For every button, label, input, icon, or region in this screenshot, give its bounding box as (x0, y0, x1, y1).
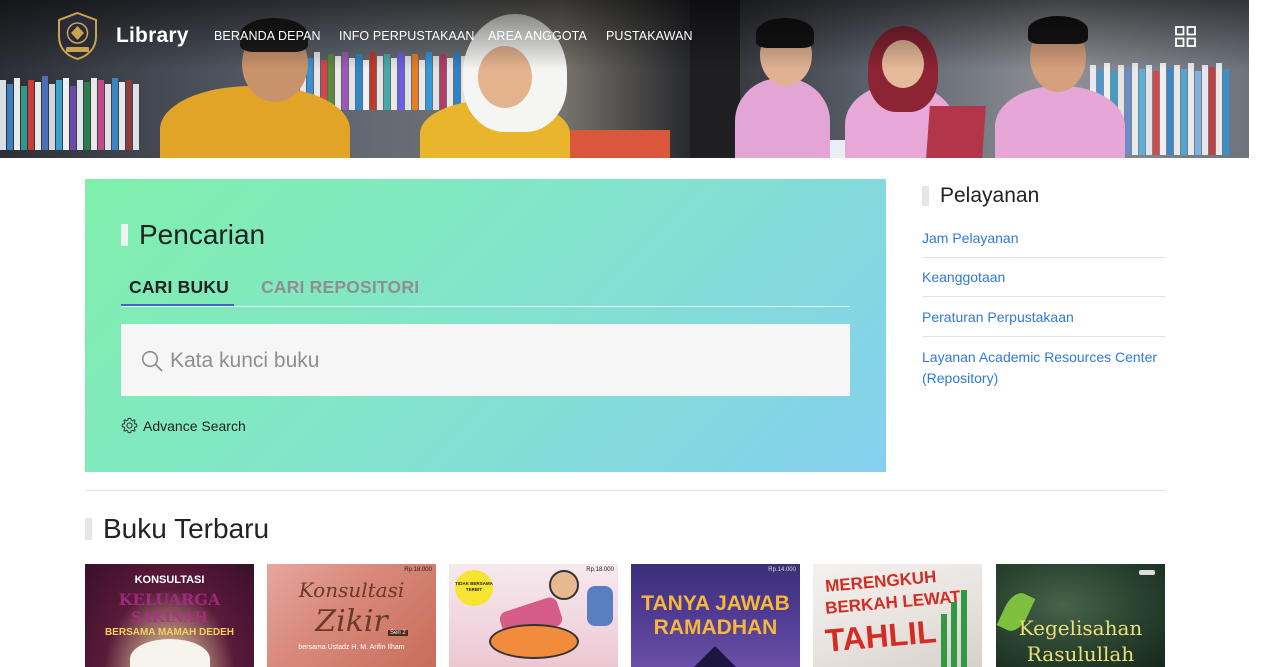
book-subtitle: BERSAMA MAMAH DEDEH (104, 627, 235, 638)
top-nav: Library BERANDA DEPAN INFO PERPUSTAKAAN … (0, 0, 1249, 72)
search-title-text: Pencarian (139, 219, 266, 250)
book-title-line: Rasulullah (1026, 642, 1135, 666)
book-title-line: KELUARGA (118, 590, 221, 609)
book-price: Rp.20 (235, 566, 252, 572)
title-accent-bar (85, 518, 92, 540)
book-price: Rp.18.000 (586, 567, 614, 573)
search-section-title: Pencarian (121, 219, 266, 250)
sidebar-separator (922, 296, 1166, 297)
advance-search-label[interactable]: Advance Search (143, 418, 246, 434)
sidebar-item-keanggotaan[interactable]: Keanggotaan (922, 267, 1166, 288)
book-price: Rp.14.000 (768, 567, 796, 573)
book-cover[interactable]: Rp.18.000 Konsultasi Zikir Seri 2 bersam… (267, 564, 436, 667)
book-title-line: TANYA JAWAB (641, 592, 790, 615)
cover-bar (951, 602, 957, 667)
title-accent-bar (922, 186, 929, 206)
search-icon (141, 350, 163, 372)
gear-icon (121, 417, 138, 434)
sidebar-title-text: Pelayanan (940, 184, 1040, 207)
brand-title[interactable]: Library (116, 24, 189, 48)
book-cover[interactable]: Kegelisahan Rasulullah (996, 564, 1165, 667)
cover-figure (489, 624, 579, 659)
book-cover[interactable]: Rp.20 KONSULTASI KELUARGA SAKINAH BERSAM… (85, 564, 254, 667)
university-crest-icon[interactable] (55, 11, 100, 61)
sidebar-title: Pelayanan (922, 183, 1039, 209)
tab-cari-buku[interactable]: CARI BUKU (129, 277, 229, 298)
book-series-badge: Seri 2 (388, 630, 408, 636)
book-title-line: SAKINAH (131, 610, 208, 626)
book-title-line: Zikir (315, 604, 388, 639)
nav-beranda-depan[interactable]: BERANDA DEPAN (214, 29, 321, 43)
student-pink-3 (995, 86, 1125, 158)
publisher-logo-icon (1139, 570, 1155, 575)
sidebar-item-peraturan[interactable]: Peraturan Perpustakaan (922, 307, 1166, 328)
laptop (926, 106, 986, 158)
book-title-line: Konsultasi (298, 578, 405, 602)
tab-cari-repositori[interactable]: CARI REPOSITORI (261, 277, 419, 298)
grid-icon[interactable] (1175, 26, 1196, 47)
tab-active-underline (121, 304, 234, 306)
book-cover[interactable]: Rp.14.000 TANYA JAWAB RAMADHAN (631, 564, 800, 667)
book-title-line: KONSULTASI (134, 574, 205, 586)
book-cover[interactable]: Rp.18.000 TIDAK BERSAMA TERBIT (449, 564, 618, 667)
latest-books-title: Buku Terbaru (85, 513, 269, 545)
sidebar-item-repository[interactable]: Layanan Academic Resources Center (Repos… (922, 347, 1166, 389)
book-subtitle: bersama Ustadz H. M. Arifin Ilham (298, 644, 405, 651)
cover-figure (130, 639, 210, 667)
cover-bar (941, 614, 947, 667)
latest-books-title-text: Buku Terbaru (103, 513, 270, 544)
cover-figure (587, 586, 613, 626)
nav-pustakawan[interactable]: PUSTAKAWAN (606, 29, 693, 43)
bookshelf-left (0, 70, 139, 150)
book-title-line: RAMADHAN (653, 616, 778, 639)
advance-search-link[interactable]: Advance Search (121, 417, 246, 434)
cover-bar (961, 590, 967, 667)
search-input[interactable] (170, 346, 810, 376)
sidebar-item-jam-pelayanan[interactable]: Jam Pelayanan (922, 228, 1166, 249)
nav-area-anggota[interactable]: AREA ANGGOTA (488, 29, 587, 43)
book-title-line: Kegelisahan (1018, 616, 1143, 640)
section-divider (85, 490, 1166, 491)
book-price: Rp.18.000 (404, 567, 432, 573)
title-accent-bar (121, 224, 128, 246)
sidebar-separator (922, 336, 1166, 337)
book-cover[interactable]: MERENGKUH BERKAH LEWAT TAHLIL (813, 564, 982, 667)
nav-info-perpustakaan[interactable]: INFO PERPUSTAKAAN (339, 29, 475, 43)
tab-divider (121, 306, 850, 307)
book-badge: TIDAK BERSAMA TERBIT (455, 570, 493, 606)
sidebar-separator (922, 257, 1166, 258)
student-pink-1 (735, 78, 830, 158)
cover-figure (549, 570, 579, 600)
cover-figure (691, 646, 739, 667)
